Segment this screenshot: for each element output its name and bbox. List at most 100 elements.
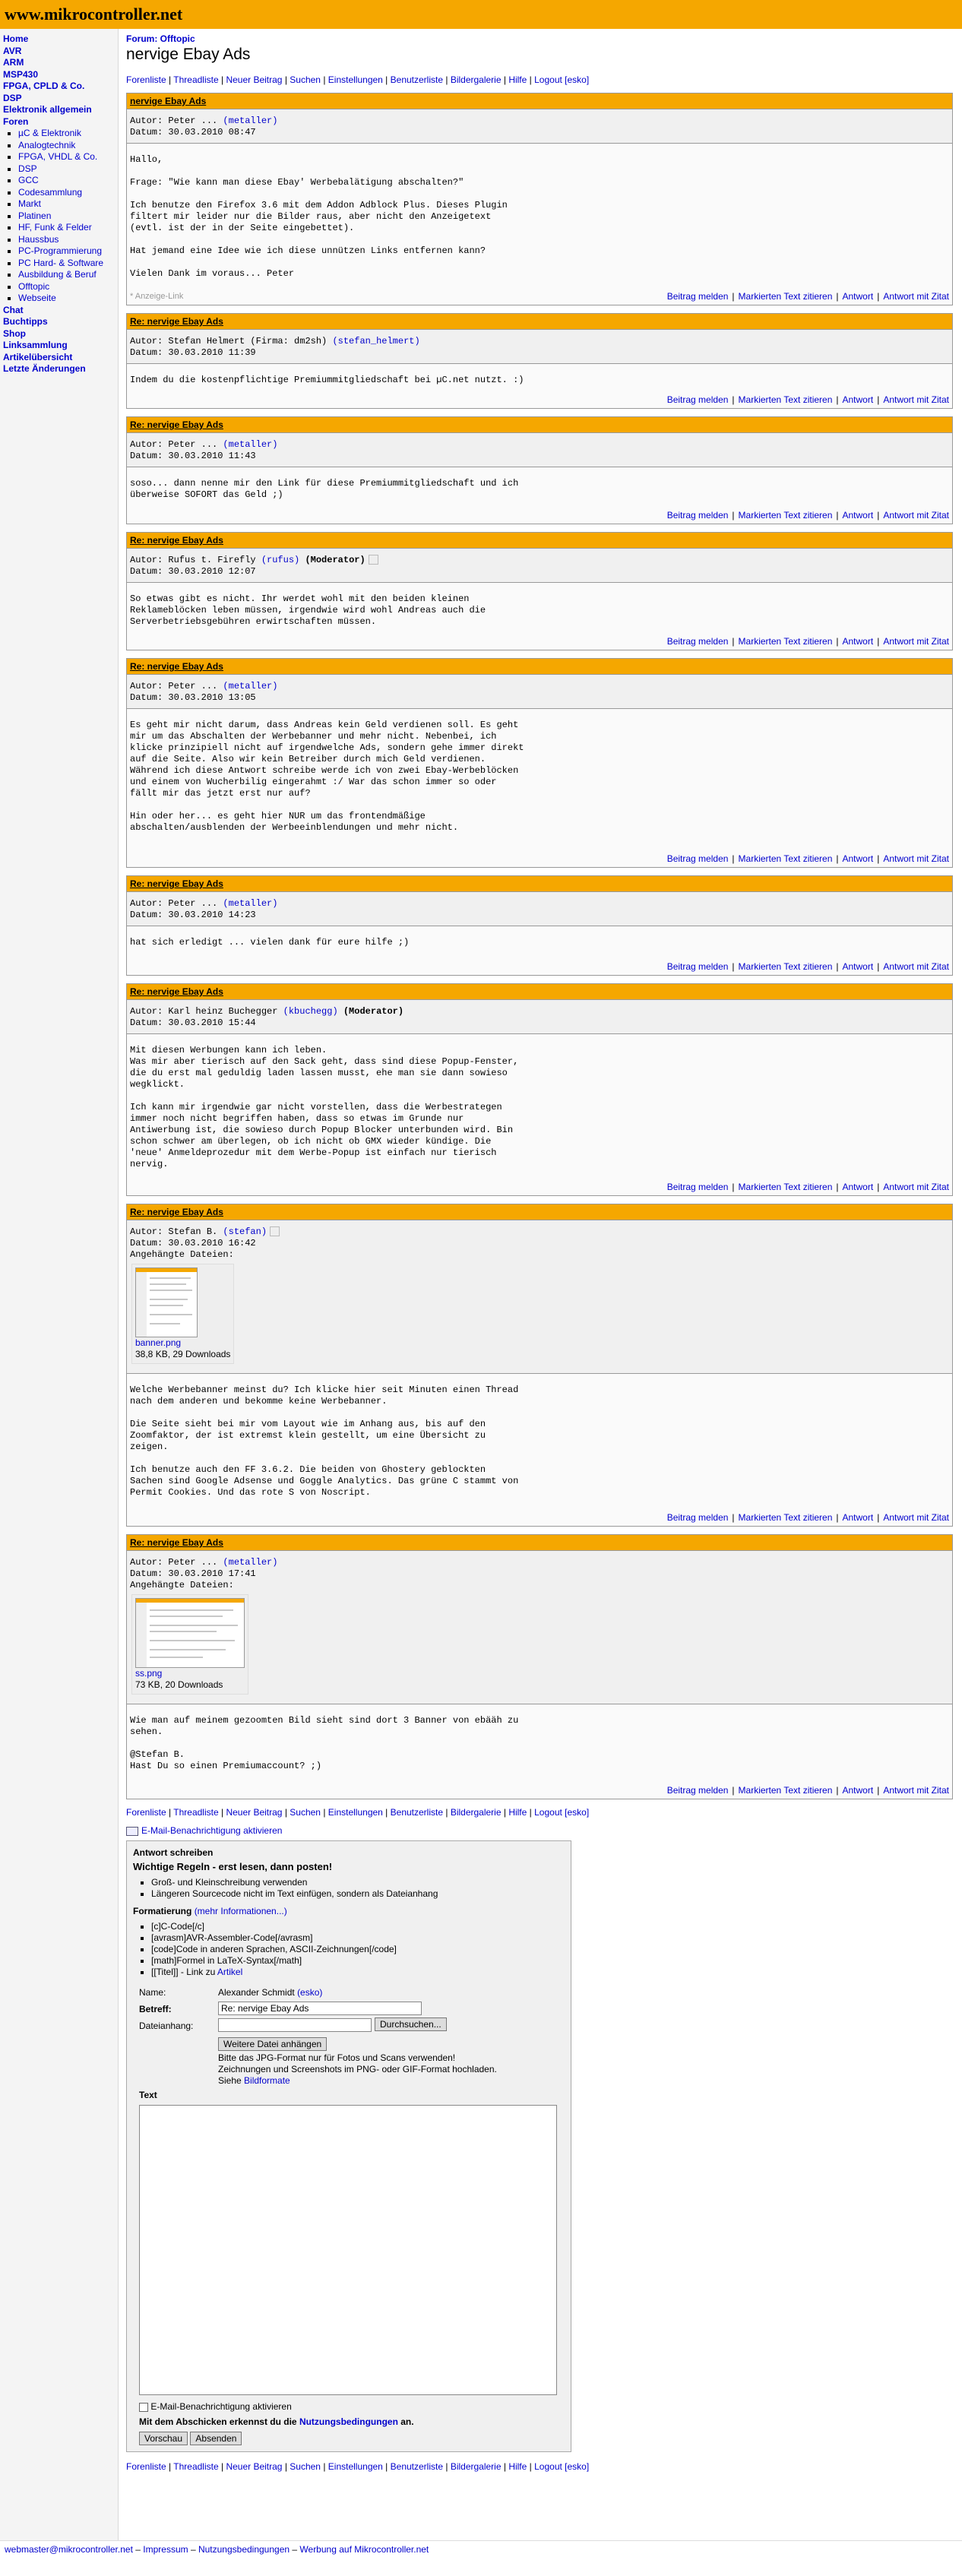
sidebar-item-letzte-aenderungen[interactable]: Letzte Änderungen	[3, 363, 86, 374]
menu-suchen[interactable]: Suchen	[290, 2461, 321, 2472]
forum-link[interactable]: Webseite	[18, 293, 56, 303]
forum-link[interactable]: Codesammlung	[18, 187, 82, 198]
forum-link[interactable]: Offtopic	[18, 281, 49, 292]
post-user-link[interactable]: (metaller)	[223, 439, 277, 450]
menu-hilfe[interactable]: Hilfe	[508, 1807, 527, 1818]
menu-benutzerliste[interactable]: Benutzerliste	[391, 2461, 443, 2472]
quote-marked-link[interactable]: Markierten Text zitieren	[739, 394, 833, 405]
reply-quote-link[interactable]: Antwort mit Zitat	[883, 636, 949, 647]
menu-suchen[interactable]: Suchen	[290, 74, 321, 85]
sidebar-item-home[interactable]: Home	[3, 33, 28, 44]
menu-logout[interactable]: Logout [esko]	[534, 74, 589, 85]
sidebar-item-shop[interactable]: Shop	[3, 328, 26, 339]
forum-link[interactable]: FPGA, VHDL & Co.	[18, 151, 97, 162]
post-subject[interactable]: Re: nervige Ebay Ads	[130, 419, 223, 430]
menu-neuer-beitrag[interactable]: Neuer Beitrag	[226, 74, 282, 85]
reply-quote-link[interactable]: Antwort mit Zitat	[883, 291, 949, 302]
menu-bildergalerie[interactable]: Bildergalerie	[451, 74, 502, 85]
menu-benutzerliste[interactable]: Benutzerliste	[391, 74, 443, 85]
post-user-link[interactable]: (kbuchegg)	[283, 1006, 338, 1017]
post-subject[interactable]: Re: nervige Ebay Ads	[130, 878, 223, 889]
report-link[interactable]: Beitrag melden	[667, 1182, 729, 1192]
forum-link[interactable]: Platinen	[18, 210, 51, 221]
attachment-thumbnail[interactable]	[135, 1598, 245, 1668]
reply-quote-link[interactable]: Antwort mit Zitat	[883, 1785, 949, 1796]
reply-link[interactable]: Antwort	[843, 1182, 874, 1192]
report-link[interactable]: Beitrag melden	[667, 291, 729, 302]
post-user-link[interactable]: (metaller)	[223, 681, 277, 691]
user-link[interactable]: (esko)	[297, 1987, 322, 1998]
menu-einstellungen[interactable]: Einstellungen	[328, 74, 383, 85]
attachment-filename[interactable]: ss.png	[135, 1668, 162, 1679]
reply-link[interactable]: Antwort	[843, 291, 874, 302]
quote-marked-link[interactable]: Markierten Text zitieren	[739, 291, 833, 302]
menu-threadliste[interactable]: Threadliste	[173, 74, 218, 85]
menu-neuer-beitrag[interactable]: Neuer Beitrag	[226, 1807, 282, 1818]
forum-link[interactable]: HF, Funk & Felder	[18, 222, 92, 233]
quote-marked-link[interactable]: Markierten Text zitieren	[739, 510, 833, 521]
post-subject[interactable]: Re: nervige Ebay Ads	[130, 1207, 223, 1217]
report-link[interactable]: Beitrag melden	[667, 510, 729, 521]
forum-link[interactable]: GCC	[18, 175, 39, 185]
sidebar-item-buchtipps[interactable]: Buchtipps	[3, 316, 48, 327]
post-subject[interactable]: Re: nervige Ebay Ads	[130, 661, 223, 672]
forum-breadcrumb[interactable]: Forum: Offtopic	[126, 33, 195, 44]
forum-link[interactable]: PC-Programmierung	[18, 245, 102, 256]
sidebar-item-msp430[interactable]: MSP430	[3, 69, 38, 80]
post-user-link[interactable]: (stefan)	[223, 1226, 267, 1237]
submit-button[interactable]: Absenden	[190, 2432, 242, 2445]
forum-link[interactable]: µC & Elektronik	[18, 128, 81, 138]
site-logo[interactable]: www.mikrocontroller.net	[5, 5, 182, 24]
post-subject[interactable]: Re: nervige Ebay Ads	[130, 316, 223, 327]
reply-link[interactable]: Antwort	[843, 510, 874, 521]
post-subject[interactable]: nervige Ebay Ads	[130, 96, 206, 106]
sidebar-item-avr[interactable]: AVR	[3, 46, 21, 56]
menu-benutzerliste[interactable]: Benutzerliste	[391, 1807, 443, 1818]
menu-bildergalerie[interactable]: Bildergalerie	[451, 1807, 502, 1818]
forum-link[interactable]: Ausbildung & Beruf	[18, 269, 97, 280]
menu-bildergalerie[interactable]: Bildergalerie	[451, 2461, 502, 2472]
notify-checkbox[interactable]	[139, 2402, 148, 2412]
forum-link[interactable]: Haussbus	[18, 234, 59, 245]
preview-button[interactable]: Vorschau	[139, 2432, 188, 2445]
info-icon[interactable]	[368, 555, 378, 565]
menu-hilfe[interactable]: Hilfe	[508, 74, 527, 85]
sidebar-item-linksammlung[interactable]: Linksammlung	[3, 340, 68, 350]
sidebar-item-fpga[interactable]: FPGA, CPLD & Co.	[3, 81, 84, 91]
footer-terms-link[interactable]: Nutzungsbedingungen	[198, 2544, 290, 2555]
info-icon[interactable]	[270, 1226, 280, 1237]
reply-quote-link[interactable]: Antwort mit Zitat	[883, 853, 949, 864]
post-subject[interactable]: Re: nervige Ebay Ads	[130, 535, 223, 546]
forum-link[interactable]: Analogtechnik	[18, 140, 75, 150]
reply-link[interactable]: Antwort	[843, 394, 874, 405]
forum-link[interactable]: PC Hard- & Software	[18, 258, 103, 268]
quote-marked-link[interactable]: Markierten Text zitieren	[739, 1512, 833, 1523]
menu-forenliste[interactable]: Forenliste	[126, 1807, 166, 1818]
format-more-link[interactable]: (mehr Informationen...)	[195, 1906, 287, 1916]
menu-neuer-beitrag[interactable]: Neuer Beitrag	[226, 2461, 282, 2472]
sidebar-item-chat[interactable]: Chat	[3, 305, 24, 315]
terms-link[interactable]: Nutzungsbedingungen	[299, 2416, 398, 2427]
forum-link[interactable]: DSP	[18, 163, 37, 174]
menu-forenliste[interactable]: Forenliste	[126, 2461, 166, 2472]
menu-logout[interactable]: Logout [esko]	[534, 1807, 589, 1818]
reply-link[interactable]: Antwort	[843, 961, 874, 972]
post-user-link[interactable]: (rufus)	[261, 555, 299, 565]
post-user-link[interactable]: (metaller)	[223, 116, 277, 126]
sidebar-item-arm[interactable]: ARM	[3, 57, 24, 68]
reply-quote-link[interactable]: Antwort mit Zitat	[883, 394, 949, 405]
email-notify-link[interactable]: E-Mail-Benachrichtigung aktivieren	[141, 1825, 282, 1836]
quote-marked-link[interactable]: Markierten Text zitieren	[739, 961, 833, 972]
image-formats-link[interactable]: Bildformate	[244, 2075, 290, 2086]
attachment-thumbnail[interactable]	[135, 1267, 198, 1337]
sidebar-item-foren[interactable]: Foren	[3, 116, 28, 127]
post-subject[interactable]: Re: nervige Ebay Ads	[130, 986, 223, 997]
post-subject[interactable]: Re: nervige Ebay Ads	[130, 1537, 223, 1548]
sidebar-item-dsp[interactable]: DSP	[3, 93, 22, 103]
report-link[interactable]: Beitrag melden	[667, 1512, 729, 1523]
report-link[interactable]: Beitrag melden	[667, 961, 729, 972]
reply-quote-link[interactable]: Antwort mit Zitat	[883, 961, 949, 972]
reply-link[interactable]: Antwort	[843, 1785, 874, 1796]
add-file-button[interactable]: Weitere Datei anhängen	[218, 2037, 328, 2051]
report-link[interactable]: Beitrag melden	[667, 394, 729, 405]
